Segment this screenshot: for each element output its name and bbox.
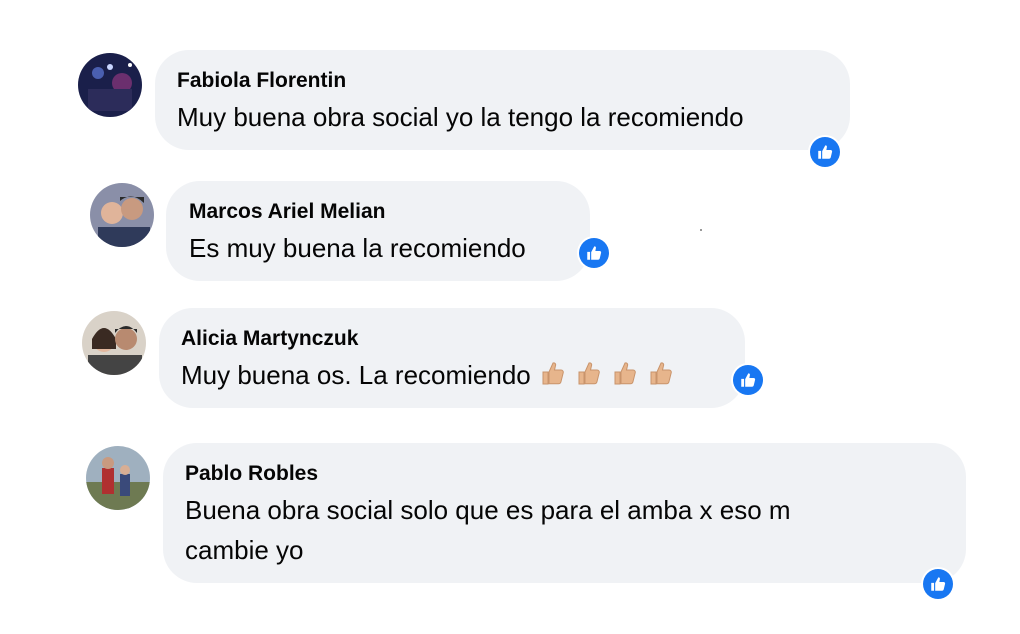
comment-author[interactable]: Pablo Robles: [185, 462, 318, 486]
like-reaction[interactable]: [731, 363, 765, 397]
avatar[interactable]: [78, 53, 142, 117]
comment-text: Muy buena os. La recomiendo: [181, 355, 675, 395]
comment-author[interactable]: Alicia Martynczuk: [181, 327, 358, 351]
thumbs-up-emoji-icon: [609, 358, 639, 388]
like-icon: [741, 373, 756, 387]
like-reaction[interactable]: [577, 236, 611, 270]
comment-text: Muy buena obra social yo la tengo la rec…: [177, 102, 744, 132]
comment-text-line-2: cambie yo: [185, 535, 304, 565]
comment-author[interactable]: Fabiola Florentin: [177, 69, 346, 93]
stray-dot: [700, 229, 702, 231]
avatar[interactable]: [82, 311, 146, 375]
thumbs-up-emoji-icon: [537, 358, 567, 388]
like-icon: [818, 145, 833, 159]
avatar[interactable]: [90, 183, 154, 247]
thumbs-up-emoji-icon: [645, 358, 675, 388]
comment-text: Es muy buena la recomiendo: [189, 233, 526, 263]
comment-text-body: Muy buena os. La recomiendo: [181, 360, 531, 390]
like-reaction[interactable]: [808, 135, 842, 169]
thumbs-up-emoji-icon: [573, 358, 603, 388]
like-reaction[interactable]: [921, 567, 955, 601]
comment-author[interactable]: Marcos Ariel Melian: [189, 200, 385, 224]
like-icon: [587, 246, 602, 260]
comment-text-line-1: Buena obra social solo que es para el am…: [185, 495, 791, 525]
like-icon: [931, 577, 946, 591]
avatar[interactable]: [86, 446, 150, 510]
